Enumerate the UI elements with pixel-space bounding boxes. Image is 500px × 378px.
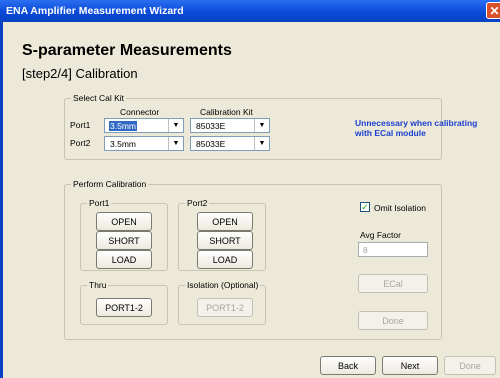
close-icon[interactable]: ✕	[486, 2, 500, 19]
chevron-down-icon[interactable]: ▼	[254, 137, 269, 150]
avg-factor-label: Avg Factor	[360, 230, 401, 240]
isolation-legend: Isolation (Optional)	[185, 280, 261, 290]
chevron-down-icon[interactable]: ▼	[168, 137, 183, 150]
omit-isolation-label: Omit Isolation	[374, 203, 426, 213]
omit-isolation-checkbox[interactable]: ✓	[360, 202, 370, 212]
step-subtitle: [step2/4] Calibration	[22, 66, 138, 81]
port1-connector-select[interactable]: 3.5mm ▼	[104, 118, 184, 133]
port1-open-button[interactable]: OPEN	[96, 212, 152, 231]
isolation-port1-2-button: PORT1-2	[197, 298, 253, 317]
port2-label: Port2	[70, 138, 91, 148]
window-title: ENA Amplifier Measurement Wizard	[6, 5, 184, 17]
port1-load-button[interactable]: LOAD	[96, 250, 152, 269]
ecal-note: Unnecessary when calibrating with ECal m…	[355, 118, 478, 138]
port2-kit-select[interactable]: 85033E ▼	[190, 136, 270, 151]
port2-standards-legend: Port2	[185, 198, 210, 208]
port2-connector-select[interactable]: 3.5mm ▼	[104, 136, 184, 151]
port1-short-button[interactable]: SHORT	[96, 231, 152, 250]
port2-load-button[interactable]: LOAD	[197, 250, 253, 269]
port2-connector-value: 3.5mm	[110, 139, 136, 149]
port2-short-button[interactable]: SHORT	[197, 231, 253, 250]
page-title: S-parameter Measurements	[22, 42, 232, 59]
connector-header: Connector	[120, 107, 160, 117]
port2-kit-value: 85033E	[196, 139, 226, 149]
back-button[interactable]: Back	[320, 356, 376, 375]
calibration-done-button: Done	[358, 311, 428, 330]
port1-kit-select[interactable]: 85033E ▼	[190, 118, 270, 133]
chevron-down-icon[interactable]: ▼	[254, 119, 269, 132]
port2-open-button[interactable]: OPEN	[197, 212, 253, 231]
select-cal-kit-legend: Select Cal Kit	[71, 93, 127, 103]
port1-connector-value: 3.5mm	[109, 121, 137, 131]
next-button[interactable]: Next	[382, 356, 438, 375]
thru-legend: Thru	[87, 280, 109, 290]
port1-label: Port1	[70, 120, 91, 130]
port1-kit-value: 85033E	[196, 121, 226, 131]
thru-port1-2-button[interactable]: PORT1-2	[96, 298, 152, 317]
avg-factor-input: 8	[358, 242, 428, 257]
finish-done-button: Done	[444, 356, 496, 375]
perform-calibration-legend: Perform Calibration	[71, 179, 149, 189]
ecal-button: ECal	[358, 274, 428, 293]
port1-standards-legend: Port1	[87, 198, 112, 208]
window-titlebar: ENA Amplifier Measurement Wizard ✕	[0, 0, 500, 22]
chevron-down-icon[interactable]: ▼	[168, 119, 183, 132]
calibration-kit-header: Calibration Kit	[200, 107, 253, 117]
